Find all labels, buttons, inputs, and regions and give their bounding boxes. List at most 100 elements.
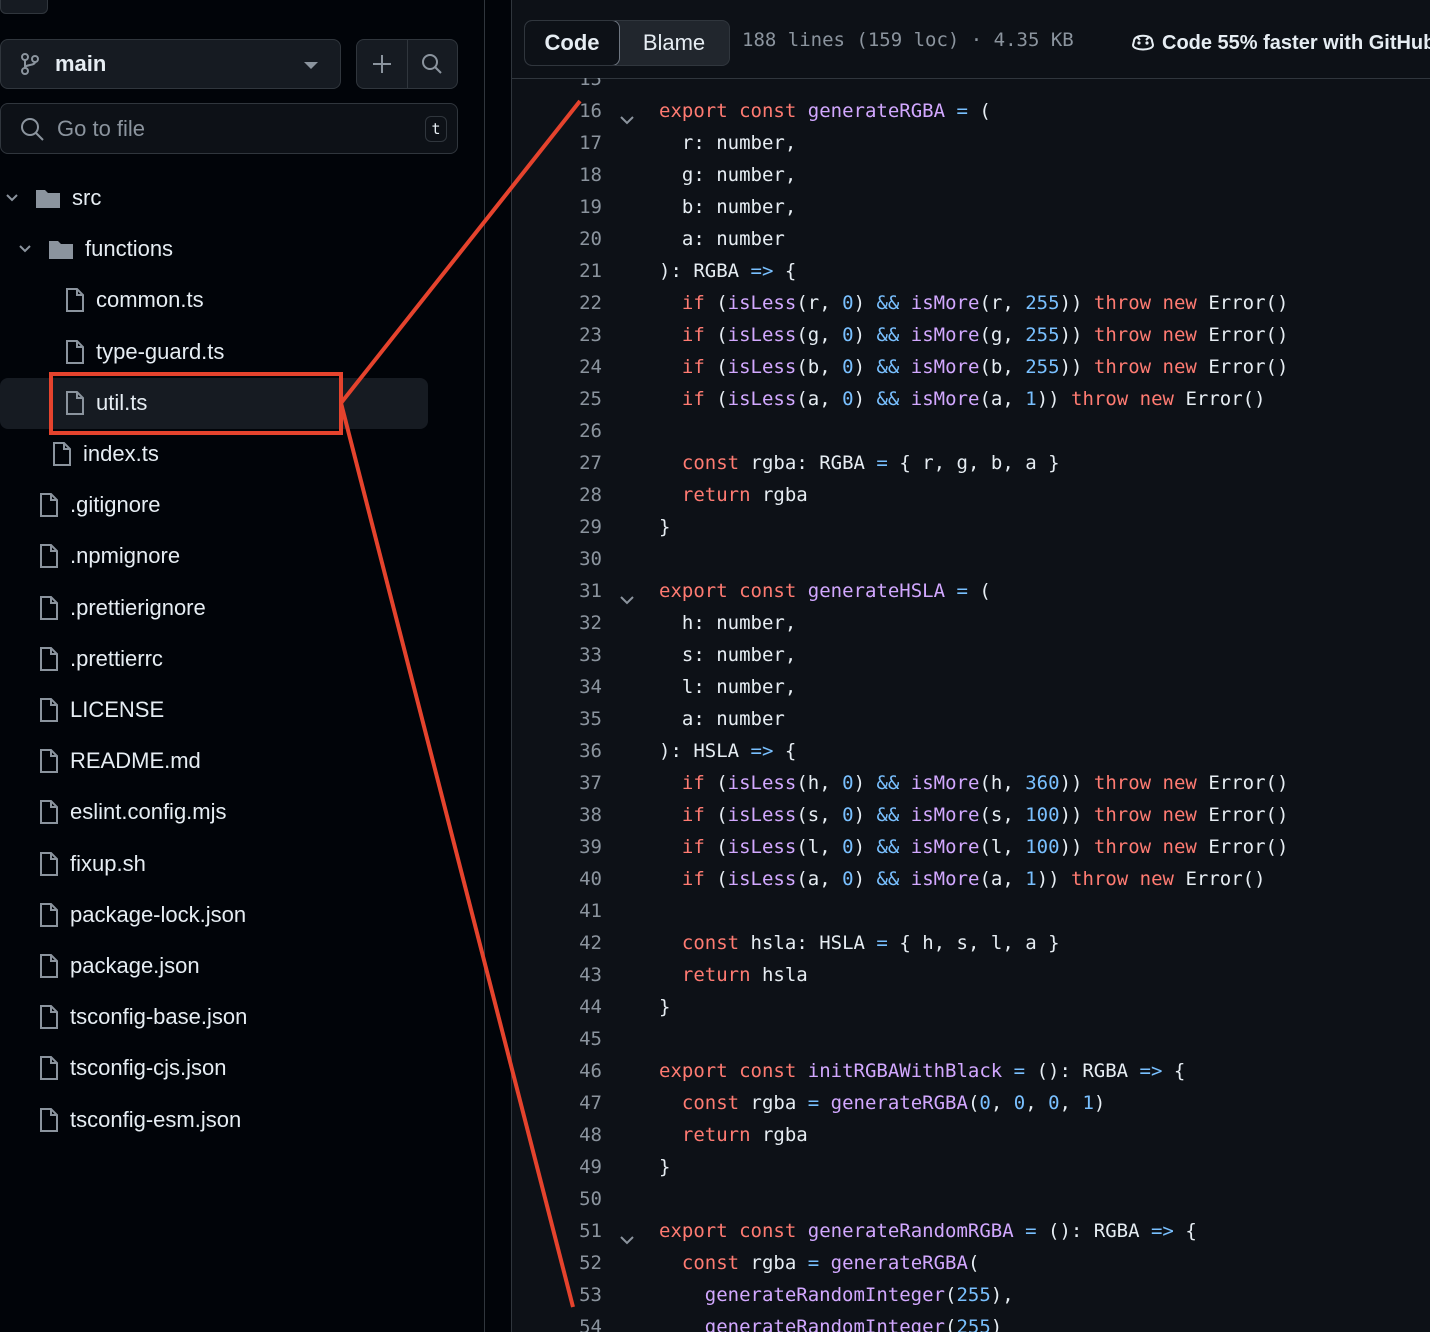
line-number[interactable]: 47 [512, 1092, 602, 1114]
tree-item-label: LICENSE [70, 697, 165, 722]
code-line: 50 [512, 1188, 1430, 1220]
tab-blame[interactable]: Blame [619, 21, 729, 65]
tree-file-gitignore[interactable]: .gitignore [38, 482, 161, 528]
code-line: 33 s: number, [512, 644, 1430, 676]
code-text: if (isLess(a, 0) && isMore(a, 1)) throw … [681, 388, 1266, 410]
tree-folder-functions[interactable]: functions [17, 226, 173, 272]
line-number[interactable]: 37 [512, 772, 602, 794]
code-text: const rgba = generateRGBA( [681, 1252, 980, 1274]
tree-file-license[interactable]: LICENSE [38, 687, 164, 733]
line-number[interactable]: 39 [512, 836, 602, 858]
file-icon [38, 902, 60, 928]
code-line: 40 if (isLess(a, 0) && isMore(a, 1)) thr… [512, 868, 1430, 900]
copilot-promo-link[interactable]: Code 55% faster with GitHub [1130, 31, 1430, 55]
tree-folder-src[interactable]: src [4, 175, 101, 221]
fold-chevron-icon[interactable] [619, 109, 635, 131]
line-number[interactable]: 54 [512, 1316, 602, 1332]
line-number[interactable]: 41 [512, 900, 602, 922]
code-line: 37 if (isLess(h, 0) && isMore(h, 360)) t… [512, 772, 1430, 804]
tree-file-prettierrc[interactable]: .prettierrc [38, 636, 163, 682]
add-file-button[interactable] [357, 40, 407, 88]
tree-file-common-ts[interactable]: common.ts [64, 277, 204, 323]
line-number[interactable]: 22 [512, 292, 602, 314]
code-text: } [659, 1156, 671, 1178]
search-tree-button[interactable] [406, 40, 458, 88]
line-number[interactable]: 26 [512, 420, 602, 442]
git-branch-icon [19, 52, 41, 76]
line-number[interactable]: 48 [512, 1124, 602, 1146]
chevron-down-icon[interactable] [4, 190, 20, 206]
fold-chevron-icon[interactable] [619, 589, 635, 611]
tab-code[interactable]: Code [525, 21, 620, 65]
line-number[interactable]: 31 [512, 580, 602, 602]
tree-file-tsconfig-esm-json[interactable]: tsconfig-esm.json [38, 1097, 241, 1143]
sidebar-toggle-button[interactable] [0, 0, 48, 14]
code-text: if (isLess(l, 0) && isMore(l, 100)) thro… [681, 836, 1289, 858]
line-number[interactable]: 52 [512, 1252, 602, 1274]
code-line: 18 g: number, [512, 164, 1430, 196]
line-number[interactable]: 19 [512, 196, 602, 218]
line-number[interactable]: 44 [512, 996, 602, 1018]
tree-file-package-json[interactable]: package.json [38, 943, 200, 989]
code-line: 28 return rgba [512, 484, 1430, 516]
fold-chevron-icon[interactable] [619, 1229, 635, 1251]
tree-item-label: tsconfig-cjs.json [70, 1055, 227, 1081]
line-number[interactable]: 15 [512, 78, 602, 90]
plus-icon [371, 53, 393, 75]
line-number[interactable]: 27 [512, 452, 602, 474]
tree-file-prettierignore[interactable]: .prettierignore [38, 585, 206, 631]
line-number[interactable]: 21 [512, 260, 602, 282]
chevron-down-icon [304, 62, 318, 69]
code-text: const hsla: HSLA = { h, s, l, a } [681, 932, 1060, 954]
line-number[interactable]: 33 [512, 644, 602, 666]
chevron-down-icon[interactable] [17, 241, 33, 257]
line-number[interactable]: 25 [512, 388, 602, 410]
line-number[interactable]: 53 [512, 1284, 602, 1306]
line-number[interactable]: 46 [512, 1060, 602, 1082]
tree-file-readme-md[interactable]: README.md [38, 738, 201, 784]
line-number[interactable]: 30 [512, 548, 602, 570]
line-number[interactable]: 38 [512, 804, 602, 826]
line-number[interactable]: 49 [512, 1156, 602, 1178]
line-number[interactable]: 16 [512, 100, 602, 122]
tree-file-tsconfig-cjs-json[interactable]: tsconfig-cjs.json [38, 1045, 227, 1091]
line-number[interactable]: 43 [512, 964, 602, 986]
file-icon [38, 697, 60, 723]
code-line: 29} [512, 516, 1430, 548]
tree-file-tsconfig-base-json[interactable]: tsconfig-base.json [38, 994, 247, 1040]
line-number[interactable]: 28 [512, 484, 602, 506]
line-number[interactable]: 20 [512, 228, 602, 250]
line-number[interactable]: 36 [512, 740, 602, 762]
code-line: 21): RGBA => { [512, 260, 1430, 292]
tree-file-util-ts[interactable]: util.ts [64, 380, 147, 426]
line-number[interactable]: 32 [512, 612, 602, 634]
panel-divider[interactable] [485, 0, 512, 1332]
line-number[interactable]: 17 [512, 132, 602, 154]
file-icon [38, 543, 60, 569]
code-line: 27 const rgba: RGBA = { r, g, b, a } [512, 452, 1430, 484]
line-number[interactable]: 45 [512, 1028, 602, 1050]
tree-file-fixup-sh[interactable]: fixup.sh [38, 841, 146, 887]
line-number[interactable]: 51 [512, 1220, 602, 1242]
line-number[interactable]: 24 [512, 356, 602, 378]
branch-selector[interactable]: main [0, 39, 341, 89]
line-number[interactable]: 34 [512, 676, 602, 698]
line-number[interactable]: 40 [512, 868, 602, 890]
tree-file-npmignore[interactable]: .npmignore [38, 533, 180, 579]
file-icon [64, 287, 86, 313]
line-number[interactable]: 42 [512, 932, 602, 954]
code-line: 42 const hsla: HSLA = { h, s, l, a } [512, 932, 1430, 964]
tree-file-eslint-config-mjs[interactable]: eslint.config.mjs [38, 789, 227, 835]
line-number[interactable]: 35 [512, 708, 602, 730]
line-number[interactable]: 23 [512, 324, 602, 346]
line-number[interactable]: 18 [512, 164, 602, 186]
tree-item-label: type-guard.ts [96, 338, 225, 364]
tree-file-index-ts[interactable]: index.ts [51, 431, 159, 477]
tree-file-type-guard-ts[interactable]: type-guard.ts [64, 329, 224, 375]
code-line: 22 if (isLess(r, 0) && isMore(r, 255)) t… [512, 292, 1430, 324]
go-to-file-input[interactable]: Go to file t [0, 103, 458, 154]
line-number[interactable]: 50 [512, 1188, 602, 1210]
code-text: export const generateRandomRGBA = (): RG… [659, 1220, 1197, 1242]
line-number[interactable]: 29 [512, 516, 602, 538]
tree-file-package-lock-json[interactable]: package-lock.json [38, 892, 246, 938]
